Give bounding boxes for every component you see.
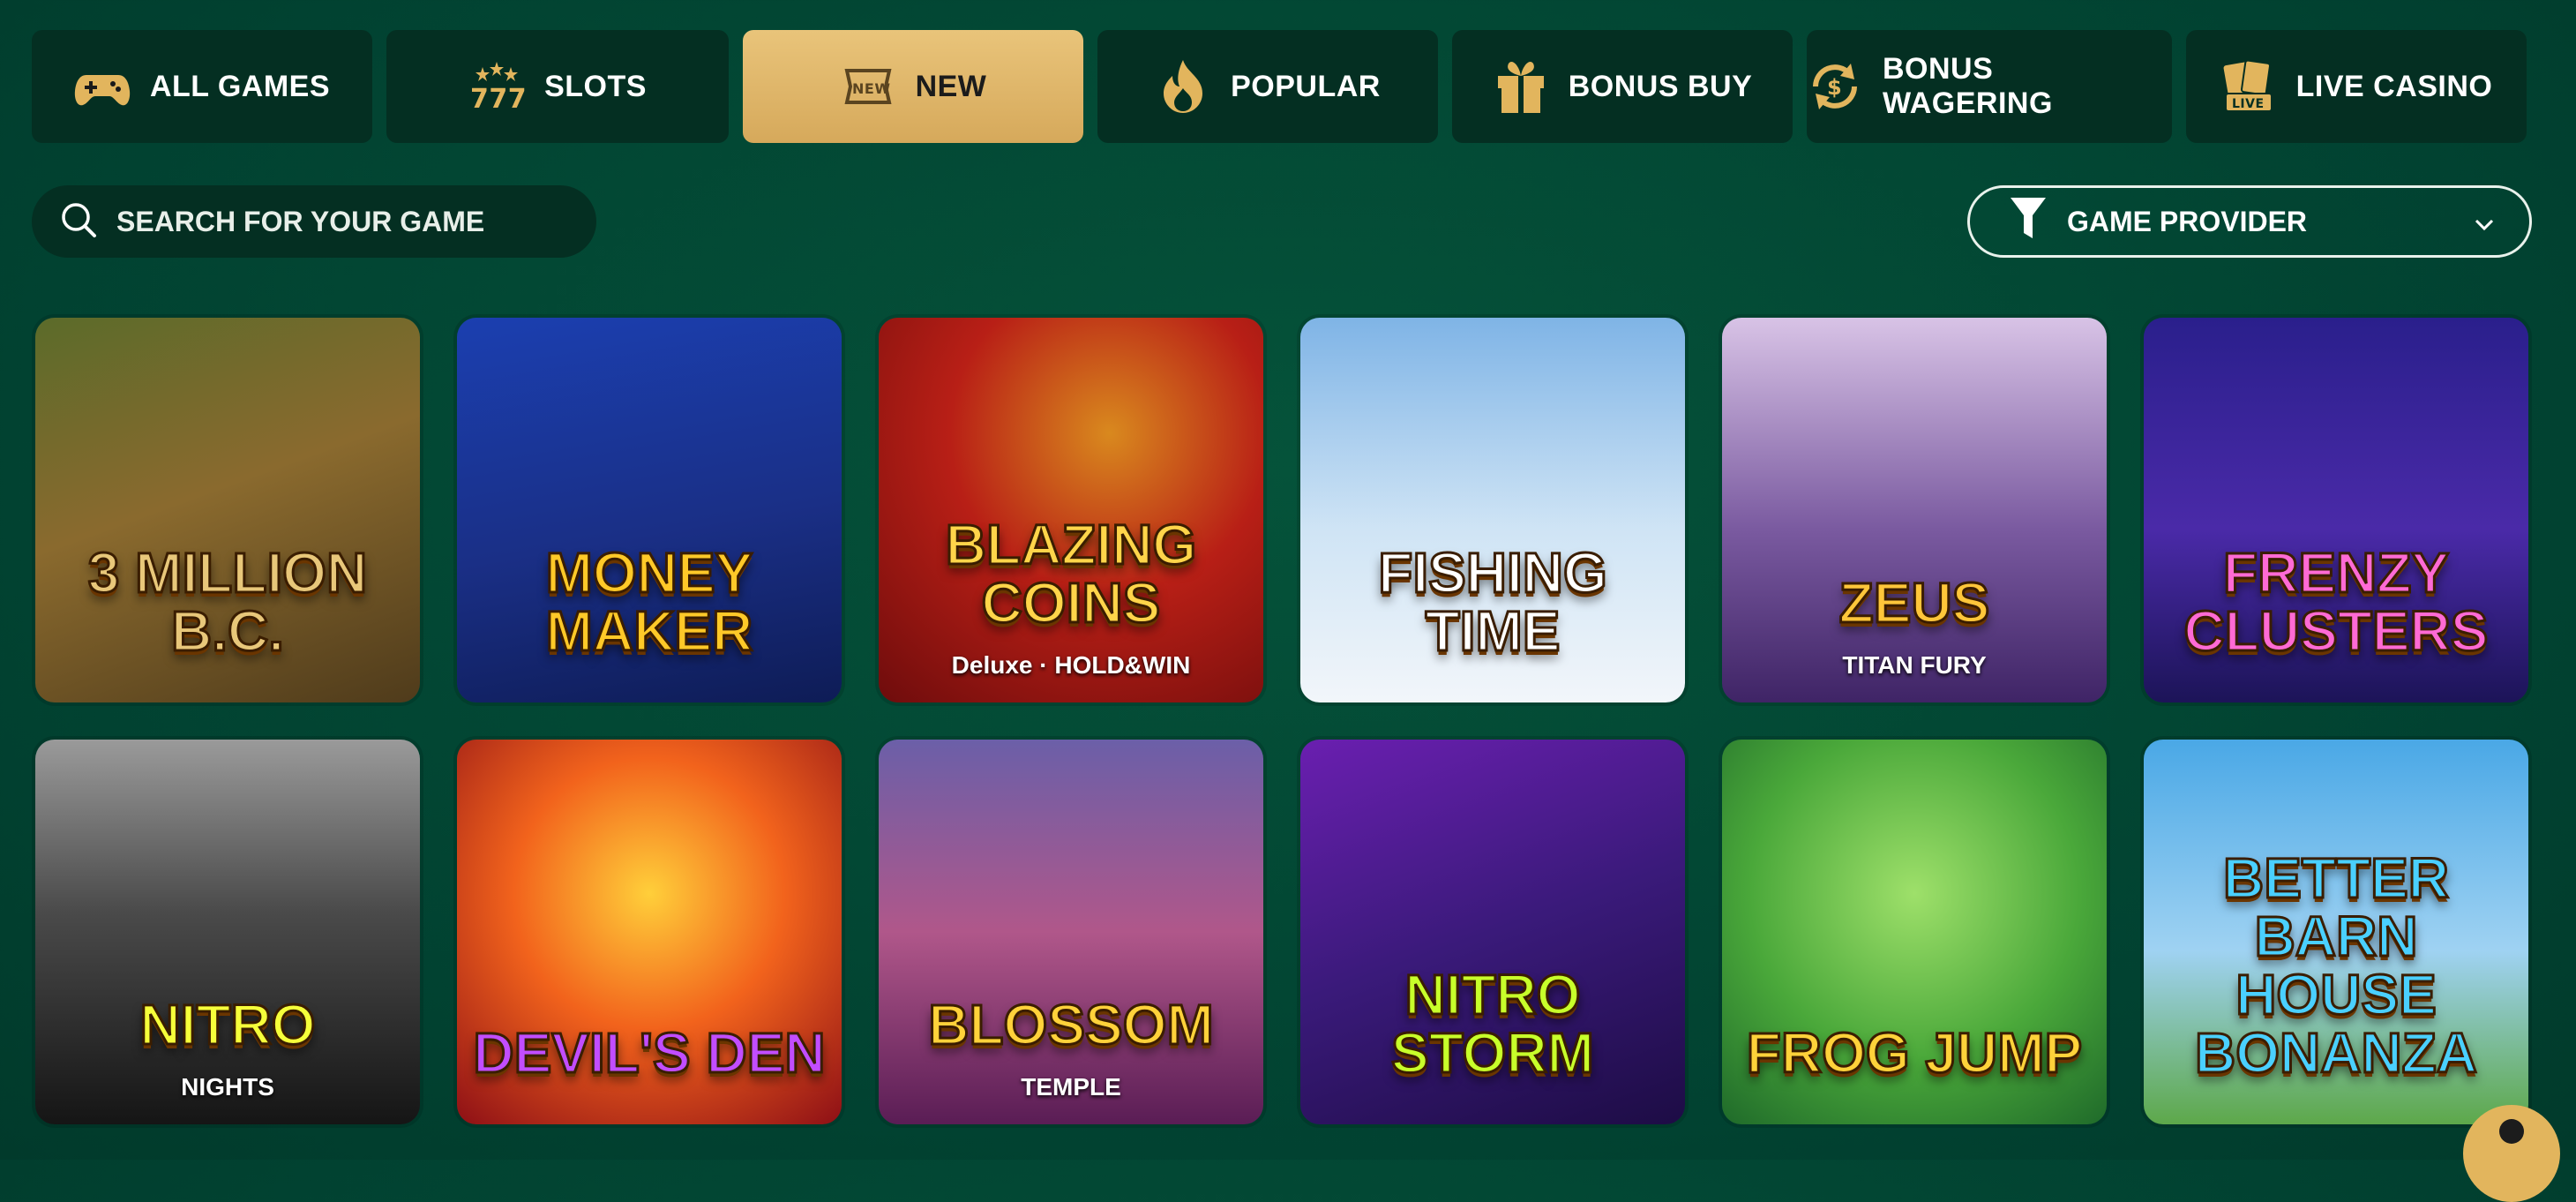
game-card[interactable]: BLAZING COINS Deluxe · HOLD&WIN bbox=[879, 318, 1263, 702]
game-title: BLOSSOM bbox=[927, 993, 1216, 1056]
tab-label: ALL GAMES bbox=[149, 69, 331, 103]
game-title: BETTER BARN HOUSE BONANZA bbox=[2194, 846, 2479, 1085]
game-provider-dropdown[interactable]: GAME PROVIDER bbox=[1967, 185, 2532, 258]
tab-bonus-wagering[interactable]: $ BONUS WAGERING bbox=[1807, 30, 2172, 143]
live-cards-icon: LIVE bbox=[2220, 58, 2277, 115]
gift-icon bbox=[1493, 58, 1549, 115]
tab-label: SLOTS bbox=[544, 69, 647, 103]
game-card[interactable]: ZEUS TITAN FURY bbox=[1722, 318, 2107, 702]
game-title: NITRO STORM bbox=[1390, 963, 1596, 1085]
new-badge-icon: NEW bbox=[840, 58, 896, 115]
game-card[interactable]: FROG JUMP bbox=[1722, 740, 2107, 1124]
gamepad-icon bbox=[74, 58, 131, 115]
search-input[interactable] bbox=[115, 204, 577, 239]
game-title: FRENZY CLUSTERS bbox=[2183, 541, 2490, 663]
search-icon bbox=[60, 201, 97, 243]
category-tabs: ALL GAMES 777 SLOTS NEW NEW POPULAR BONU… bbox=[32, 30, 2527, 143]
game-title: BLAZING COINS bbox=[944, 513, 1197, 635]
game-card[interactable]: FRENZY CLUSTERS bbox=[2144, 318, 2528, 702]
provider-label: GAME PROVIDER bbox=[2067, 205, 2308, 237]
game-title: FISHING TIME bbox=[1377, 541, 1609, 663]
search-bar[interactable] bbox=[32, 185, 596, 258]
game-card[interactable]: NITRO NIGHTS bbox=[35, 740, 420, 1124]
game-card[interactable]: MONEY MAKER bbox=[457, 318, 842, 702]
game-title: MONEY MAKER bbox=[544, 541, 754, 663]
game-title: DEVIL'S DEN bbox=[472, 1021, 827, 1085]
game-subtitle: TEMPLE bbox=[1021, 1073, 1121, 1101]
game-subtitle: NIGHTS bbox=[181, 1073, 274, 1101]
tab-label: LIVE CASINO bbox=[2295, 69, 2493, 103]
flame-icon bbox=[1155, 58, 1211, 115]
svg-text:LIVE: LIVE bbox=[2232, 97, 2265, 111]
game-subtitle: Deluxe · HOLD&WIN bbox=[951, 651, 1191, 679]
svg-text:$: $ bbox=[1827, 75, 1842, 100]
tab-bonus-buy[interactable]: BONUS BUY bbox=[1452, 30, 1793, 143]
chevron-down-icon bbox=[2475, 206, 2494, 238]
filter-funnel-icon bbox=[2009, 196, 2048, 247]
support-button[interactable] bbox=[2463, 1105, 2560, 1202]
game-title: ZEUS bbox=[1838, 571, 1991, 635]
game-title: NITRO bbox=[139, 993, 317, 1056]
game-card[interactable]: BLOSSOM TEMPLE bbox=[879, 740, 1263, 1124]
game-subtitle: TITAN FURY bbox=[1842, 651, 1987, 679]
dollar-cycle-icon: $ bbox=[1807, 58, 1863, 115]
tab-label: BONUS WAGERING bbox=[1883, 52, 2053, 120]
support-icon bbox=[2485, 1105, 2538, 1162]
game-card[interactable]: NITRO STORM bbox=[1300, 740, 1685, 1124]
game-title: FROG JUMP bbox=[1745, 1021, 2083, 1085]
tab-label: BONUS BUY bbox=[1568, 69, 1753, 103]
tab-new[interactable]: NEW NEW bbox=[743, 30, 1083, 143]
svg-text:777: 777 bbox=[470, 84, 525, 115]
game-grid: 3 MILLION B.C. MONEY MAKER BLAZING COINS De… bbox=[35, 318, 2528, 1124]
slot-777-icon: 777 bbox=[468, 58, 525, 115]
game-card[interactable]: 3 MILLION B.C. bbox=[35, 318, 420, 702]
game-title: 3 MILLION B.C. bbox=[86, 541, 368, 663]
tab-label: NEW bbox=[915, 69, 987, 103]
tab-slots[interactable]: 777 SLOTS bbox=[386, 30, 729, 143]
svg-text:NEW: NEW bbox=[852, 80, 890, 97]
tab-live-casino[interactable]: LIVE LIVE CASINO bbox=[2186, 30, 2527, 143]
game-card[interactable]: DEVIL'S DEN bbox=[457, 740, 842, 1124]
tab-all-games[interactable]: ALL GAMES bbox=[32, 30, 372, 143]
game-card[interactable]: BETTER BARN HOUSE BONANZA bbox=[2144, 740, 2528, 1124]
tab-popular[interactable]: POPULAR bbox=[1097, 30, 1438, 143]
game-card[interactable]: FISHING TIME bbox=[1300, 318, 1685, 702]
tab-label: POPULAR bbox=[1231, 69, 1381, 103]
